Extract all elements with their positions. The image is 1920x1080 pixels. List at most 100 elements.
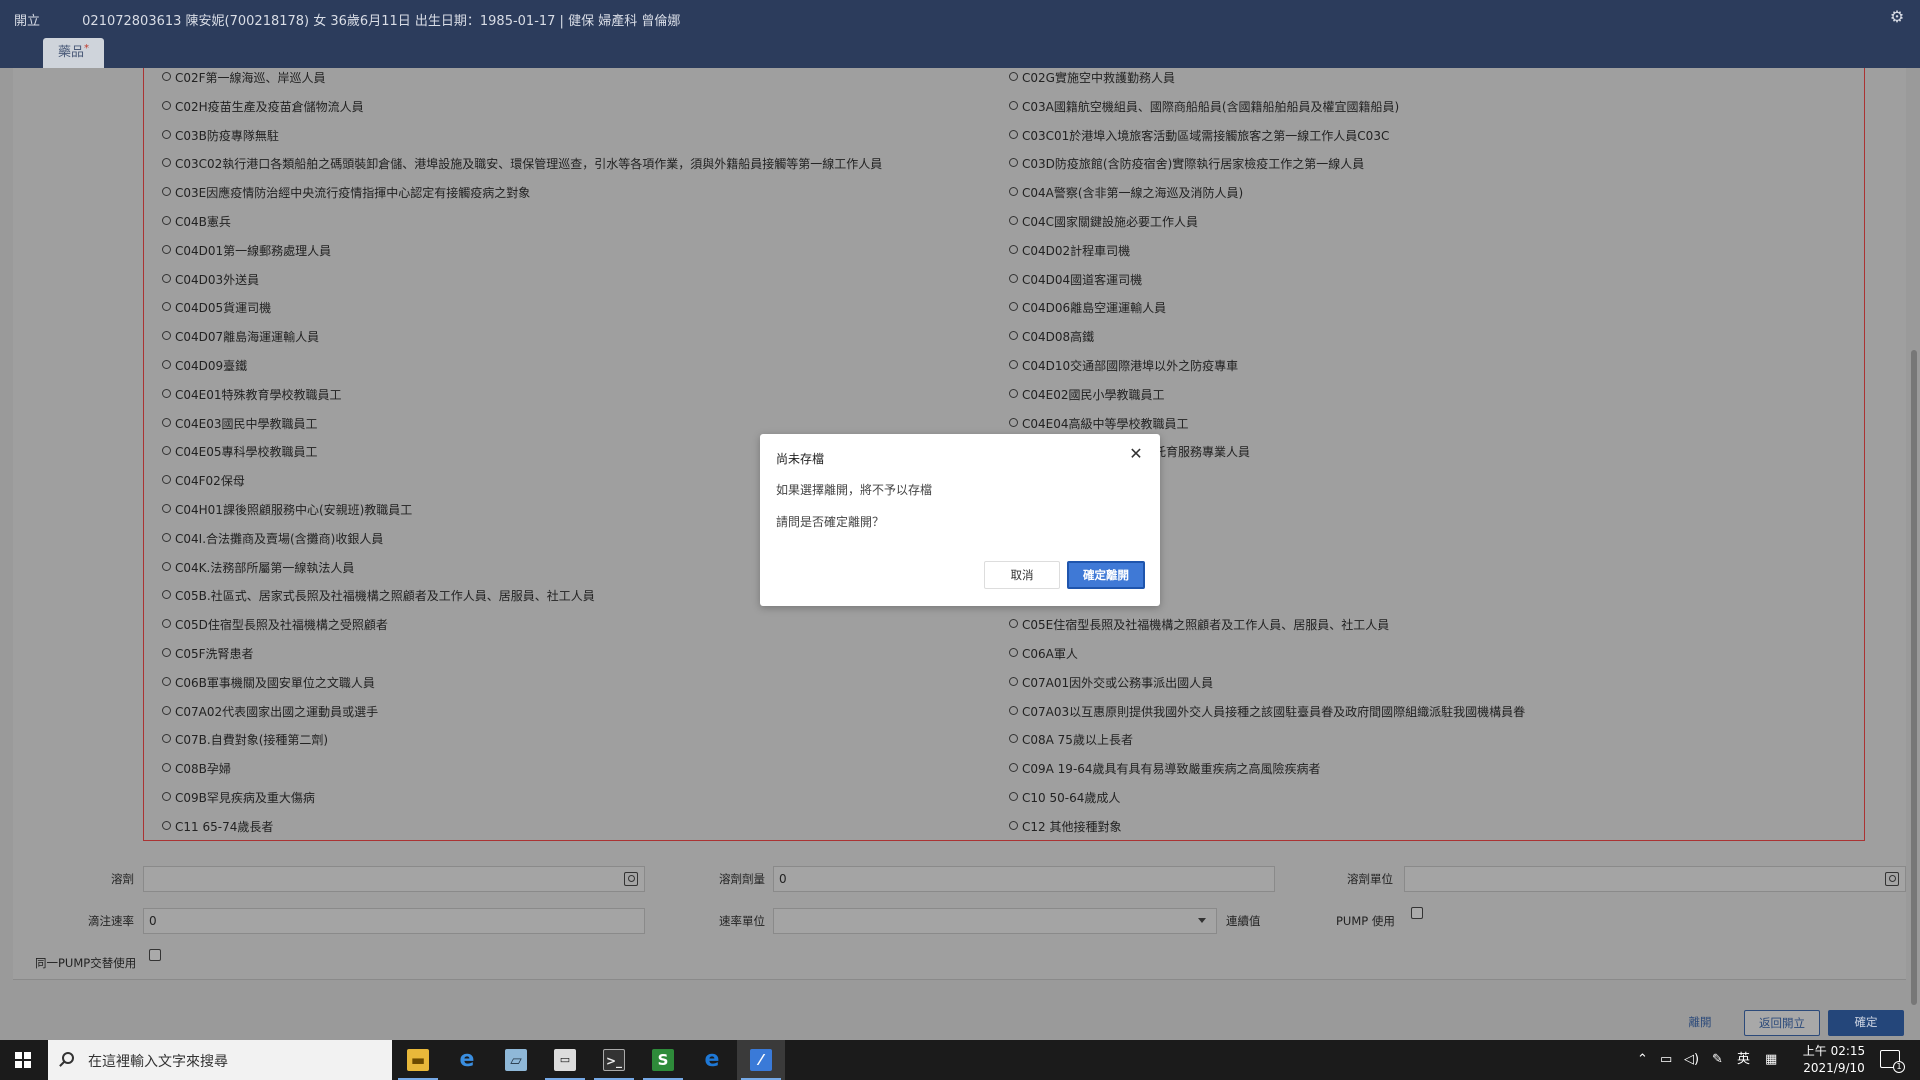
confirm-leave-button[interactable]: 確定離開 — [1067, 561, 1145, 589]
radio-button[interactable] — [1009, 100, 1018, 110]
radio-option[interactable]: C04H01課後照顧服務中心(安親班)教職員工 — [162, 500, 412, 520]
radio-button[interactable] — [162, 676, 171, 686]
radio-button[interactable] — [162, 158, 171, 168]
radio-option[interactable]: C04E03國民中學教職員工 — [162, 414, 318, 434]
gear-icon[interactable]: ⚙ — [1888, 8, 1906, 26]
same-pump-checkbox[interactable] — [149, 949, 161, 961]
radio-button[interactable] — [1009, 676, 1018, 686]
radio-button[interactable] — [162, 619, 171, 629]
radio-button[interactable] — [1009, 72, 1018, 81]
radio-button[interactable] — [162, 216, 171, 225]
radio-option[interactable]: C02H疫苗生產及疫苗倉儲物流人員 — [162, 97, 364, 117]
terminal-icon[interactable]: ▭ — [541, 1040, 589, 1080]
radio-option[interactable]: C04K.法務部所屬第一線執法人員 — [162, 558, 354, 578]
internet-explorer-icon[interactable]: e — [443, 1040, 491, 1080]
taskbar-search[interactable]: 在這裡輸入文字來搜尋 — [48, 1040, 392, 1080]
radio-option[interactable]: C08B孕婦 — [162, 759, 231, 779]
radio-option[interactable]: C05B.社區式、居家式長照及社福機構之照顧者及工作人員、居服員、社工人員 — [162, 586, 595, 606]
radio-button[interactable] — [162, 417, 171, 427]
scrollbar-thumb[interactable] — [1911, 350, 1917, 1005]
radio-option[interactable]: C11 65-74歲長者 — [162, 817, 273, 837]
edge-icon[interactable]: e — [688, 1040, 736, 1080]
file-explorer-icon[interactable]: ▬ — [394, 1040, 442, 1080]
close-icon[interactable]: ✕ — [1128, 446, 1144, 462]
radio-option[interactable]: C02F第一線海巡、岸巡人員 — [162, 68, 326, 88]
radio-option[interactable]: C04A警察(含非第一線之海巡及消防人員) — [1009, 183, 1243, 203]
radio-option[interactable]: C07A01因外交或公務事派出國人員 — [1009, 673, 1213, 693]
radio-button[interactable] — [162, 446, 171, 456]
radio-button[interactable] — [1009, 388, 1018, 398]
radio-option[interactable]: C04E02國民小學教職員工 — [1009, 385, 1165, 405]
radio-button[interactable] — [162, 273, 171, 283]
notepad-icon[interactable]: ▱ — [492, 1040, 540, 1080]
radio-button[interactable] — [1009, 129, 1018, 139]
dilution-input[interactable] — [143, 866, 645, 892]
radio-button[interactable] — [162, 72, 171, 81]
radio-option[interactable]: C05D住宿型長照及社福機構之受照顧者 — [162, 615, 388, 635]
radio-button[interactable] — [1009, 820, 1018, 830]
radio-option[interactable]: C04D08高鐵 — [1009, 327, 1094, 347]
radio-button[interactable] — [162, 100, 171, 110]
radio-option[interactable]: C03E因應疫情防治經中央流行疫情指揮中心認定有接觸疫病之對象 — [162, 183, 530, 203]
radio-button[interactable] — [1009, 187, 1018, 197]
radio-button[interactable] — [1009, 417, 1018, 427]
close-button[interactable]: 離開 — [1678, 1010, 1722, 1036]
notification-icon[interactable]: 1 — [1880, 1050, 1905, 1073]
radio-option[interactable]: C05F洗腎患者 — [162, 644, 254, 664]
radio-button[interactable] — [1009, 158, 1018, 168]
radio-option[interactable]: C04D04國道客運司機 — [1009, 270, 1142, 290]
radio-button[interactable] — [162, 792, 171, 801]
radio-button[interactable] — [1009, 619, 1018, 629]
radio-button[interactable] — [162, 734, 171, 744]
radio-button[interactable] — [1009, 302, 1018, 312]
search-icon[interactable] — [624, 872, 638, 886]
radio-option[interactable]: C07B.自費對象(接種第二劑) — [162, 730, 328, 750]
dilution-unit-input[interactable] — [1404, 866, 1906, 892]
radio-button[interactable] — [162, 763, 171, 773]
radio-option[interactable]: C04D01第一線郵務處理人員 — [162, 241, 331, 261]
radio-option[interactable]: C03D防疫旅館(含防疫宿舍)實際執行居家檢疫工作之第一線人員 — [1009, 154, 1364, 174]
radio-option[interactable]: C04E01特殊教育學校教職員工 — [162, 385, 342, 405]
radio-option[interactable]: C04D07離島海運運輸人員 — [162, 327, 319, 347]
radio-button[interactable] — [162, 820, 171, 830]
start-button[interactable] — [0, 1040, 48, 1080]
radio-option[interactable]: C08A 75歲以上長者 — [1009, 730, 1133, 750]
radio-option[interactable]: C09A 19-64歲具有具有易導致嚴重疾病之高風險疾病者 — [1009, 759, 1321, 779]
radio-option[interactable]: C04D06離島空運運輸人員 — [1009, 298, 1166, 318]
radio-button[interactable] — [162, 561, 171, 571]
radio-option[interactable]: C10 50-64歲成人 — [1009, 788, 1120, 808]
radio-option[interactable]: C04C國家關鍵設施必要工作人員 — [1009, 212, 1198, 232]
rate-input[interactable]: 0 — [143, 908, 645, 934]
radio-button[interactable] — [162, 590, 171, 600]
radio-option[interactable]: C04D03外送員 — [162, 270, 259, 290]
back-to-order-button[interactable]: 返回開立 — [1744, 1010, 1820, 1036]
radio-button[interactable] — [162, 331, 171, 341]
radio-option[interactable]: C09B罕見疾病及重大傷病 — [162, 788, 315, 808]
search-icon[interactable] — [1885, 872, 1899, 886]
rate-unit-select[interactable] — [773, 908, 1217, 934]
radio-option[interactable]: C04E05專科學校教職員工 — [162, 442, 318, 462]
confirm-button[interactable]: 確定 — [1828, 1010, 1904, 1036]
radio-option[interactable]: C04I.合法攤商及賣場(含攤商)收銀人員 — [162, 529, 383, 549]
radio-option[interactable]: C03A國籍航空機組員、國際商船船員(含國籍船舶船員及權宜國籍船員) — [1009, 97, 1399, 117]
pen-icon[interactable]: ✎ — [1712, 1040, 1723, 1080]
network-icon[interactable]: ▭ — [1660, 1040, 1672, 1080]
radio-button[interactable] — [1009, 331, 1018, 341]
radio-option[interactable]: C03C02執行港口各類船舶之碼頭裝卸倉儲、港埠設施及職安、環保管理巡查，引水等… — [162, 154, 882, 174]
radio-button[interactable] — [1009, 273, 1018, 283]
active-app-icon[interactable]: ⁄ — [737, 1040, 785, 1080]
radio-option[interactable]: C03C01於港埠入境旅客活動區域需接觸旅客之第一線工作人員C03C — [1009, 126, 1389, 146]
radio-button[interactable] — [1009, 216, 1018, 225]
radio-button[interactable] — [1009, 244, 1018, 254]
cancel-button[interactable]: 取消 — [984, 561, 1060, 589]
ime-mode-icon[interactable]: ▦ — [1765, 1040, 1777, 1080]
radio-button[interactable] — [162, 475, 171, 485]
radio-option[interactable]: C04F02保母 — [162, 471, 245, 491]
dilution-qty-input[interactable]: 0 — [773, 866, 1275, 892]
volume-icon[interactable]: ◁) — [1684, 1040, 1699, 1080]
radio-button[interactable] — [1009, 763, 1018, 773]
radio-button[interactable] — [162, 129, 171, 139]
radio-button[interactable] — [162, 648, 171, 657]
radio-button[interactable] — [1009, 792, 1018, 801]
radio-button[interactable] — [1009, 734, 1018, 744]
